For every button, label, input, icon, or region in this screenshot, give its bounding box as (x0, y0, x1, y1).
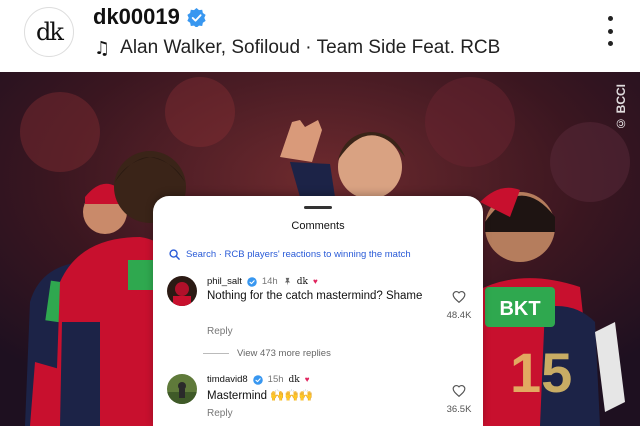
divider-line (203, 353, 229, 354)
pin-icon (284, 277, 290, 286)
drag-handle[interactable] (304, 206, 332, 209)
reply-button[interactable]: Reply (207, 326, 233, 337)
like-count: 48.4K (446, 310, 472, 321)
verified-badge-icon (247, 276, 257, 287)
heart-icon[interactable] (452, 384, 466, 397)
profile-avatar[interactable]: dk (24, 7, 74, 57)
comment-text: Nothing for the catch mastermind? Shame (207, 290, 423, 302)
creator-avatar-icon: dk (288, 374, 300, 385)
comment-header: timdavid8 15h dk ♥ (207, 374, 310, 385)
comment-text: Mastermind 🙌🙌🙌 (207, 390, 314, 402)
search-icon (169, 249, 180, 260)
comments-title: Comments (291, 220, 345, 232)
like-control[interactable]: 36.5K (439, 384, 479, 415)
comment-item: phil_salt 14h dk ♥ Nothing for the catch… (167, 276, 477, 346)
audio-row[interactable]: ♫ Alan Walker, Sofiloud · Team Side Feat… (94, 37, 500, 59)
post-header: dk dk00019 ♫ Alan Walker, Sofiloud · Tea… (0, 0, 640, 72)
svg-text:15: 15 (510, 341, 572, 404)
username-row: dk00019 (93, 4, 206, 30)
svg-text:BKT: BKT (499, 298, 540, 320)
comment-header: phil_salt 14h dk ♥ (207, 276, 318, 287)
audio-track-label[interactable]: Alan Walker, Sofiloud · Team Side Feat. … (120, 37, 500, 59)
more-options-icon[interactable] (602, 16, 618, 46)
commenter-avatar[interactable] (167, 276, 197, 306)
comment-username[interactable]: timdavid8 (207, 374, 248, 385)
music-note-icon: ♫ (94, 37, 111, 59)
comment-time: 14h (261, 276, 278, 287)
heart-icon[interactable] (452, 290, 466, 303)
verified-badge-icon (187, 7, 206, 27)
view-more-replies[interactable]: View 473 more replies (203, 348, 331, 359)
like-control[interactable]: 48.4K (439, 290, 479, 321)
creator-avatar-icon: dk (296, 276, 308, 287)
reply-button[interactable]: Reply (207, 408, 233, 419)
verified-badge-icon (252, 374, 263, 385)
comment-username[interactable]: phil_salt (207, 276, 242, 287)
comments-search[interactable]: Search · RCB players' reactions to winni… (169, 249, 411, 260)
comment-time: 15h (267, 374, 284, 385)
search-suggestion-text[interactable]: Search · RCB players' reactions to winni… (186, 249, 411, 260)
post-username[interactable]: dk00019 (93, 4, 180, 30)
commenter-avatar[interactable] (167, 374, 197, 404)
comments-sheet: Comments Search · RCB players' reactions… (153, 196, 483, 426)
creator-liked-heart-icon: ♥ (304, 375, 310, 384)
comment-item: timdavid8 15h dk ♥ Mastermind 🙌🙌🙌 Reply … (167, 374, 477, 426)
view-replies-text[interactable]: View 473 more replies (237, 348, 331, 359)
creator-liked-heart-icon: ♥ (312, 277, 318, 286)
like-count: 36.5K (446, 404, 472, 415)
bcci-watermark: © BCCI (614, 84, 628, 131)
